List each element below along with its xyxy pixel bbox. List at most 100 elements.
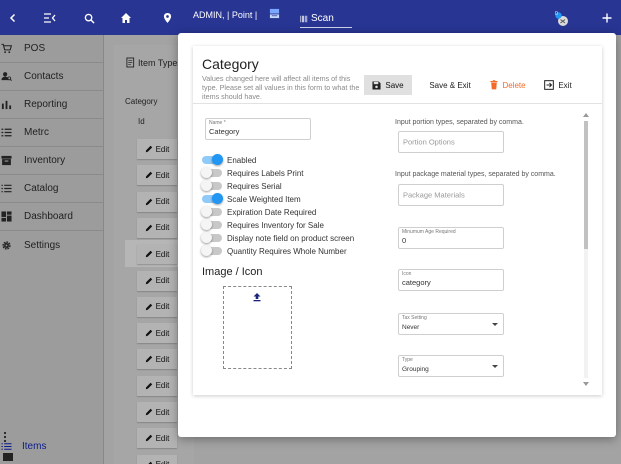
toggle-row[interactable]: Quantity Requires Whole Number <box>201 245 402 257</box>
tax-setting-select[interactable]: Tax Setting Never <box>398 313 504 335</box>
edit-button[interactable]: Edit <box>137 217 177 238</box>
sidebar-item-contacts[interactable]: Contacts <box>0 63 103 91</box>
type-select[interactable]: Type Grouping <box>398 355 504 377</box>
pencil-icon <box>145 329 152 337</box>
edit-button[interactable]: Edit <box>137 165 177 186</box>
toggle-label: Scale Weighted Item <box>227 194 301 204</box>
toggle-row[interactable]: Requires Labels Print <box>201 167 402 179</box>
sidebar-item-reporting[interactable]: Reporting <box>0 91 103 119</box>
edit-button[interactable]: Edit <box>137 296 177 317</box>
add-icon[interactable] <box>598 9 616 27</box>
pencil-icon <box>145 198 152 205</box>
chevron-left-icon[interactable] <box>4 9 22 27</box>
contacts-icon <box>0 70 24 84</box>
save-and-exit-label: Save & Exit <box>429 80 471 90</box>
sidebar-item-inventory[interactable]: Inventory <box>0 147 103 175</box>
toggle-switch[interactable] <box>201 219 222 230</box>
edit-button-label: Edit <box>155 223 170 233</box>
sidebar-item-pos[interactable]: POS <box>0 35 103 63</box>
home-icon[interactable] <box>117 9 135 27</box>
delete-button[interactable]: Delete <box>487 75 529 95</box>
scroll-up-icon[interactable] <box>583 113 589 117</box>
register-icon <box>269 8 280 21</box>
toggle-switch[interactable] <box>201 180 222 191</box>
exit-button[interactable]: Exit <box>543 75 573 95</box>
minimum-age-value: 0 <box>402 236 407 245</box>
dashboard-icon <box>0 210 24 224</box>
scan-label: Scan <box>311 13 334 24</box>
pencil-icon <box>145 145 152 153</box>
sidebar-item-metrc[interactable]: Metrc <box>0 119 103 147</box>
edit-button-label: Edit <box>155 433 170 443</box>
edit-button-label: Edit <box>155 381 170 391</box>
notifications-icon[interactable]: 0 <box>553 10 571 28</box>
portion-options-input[interactable]: Portion Options <box>398 131 504 153</box>
edit-button[interactable]: Edit <box>137 191 177 212</box>
scroll-down-icon[interactable] <box>583 382 589 386</box>
save-button[interactable]: Save <box>364 75 412 95</box>
toggle-knob <box>212 193 223 204</box>
location-pin-icon[interactable] <box>158 9 176 27</box>
sidebar-item-settings[interactable]: Settings <box>0 231 103 259</box>
tax-setting-label: Tax Setting <box>402 315 427 321</box>
portion-options-placeholder: Portion Options <box>403 137 455 147</box>
name-field[interactable]: Name * Category <box>205 118 311 140</box>
user-location-label[interactable]: ADMIN, | Point | <box>193 8 280 21</box>
icon-field[interactable]: Icon category <box>398 269 504 291</box>
toggle-switch[interactable] <box>201 206 222 217</box>
toggle-switch[interactable] <box>201 245 222 256</box>
toggle-row[interactable]: Scale Weighted Item <box>202 193 402 205</box>
scrollbar-thumb[interactable] <box>584 121 588 249</box>
toggle-label: Requires Serial <box>227 181 282 191</box>
minimum-age-field[interactable]: Minumum Age Required 0 <box>398 227 504 249</box>
sidebar-item-label: Catalog <box>24 183 59 194</box>
toggle-row[interactable]: Display note field on product screen <box>201 232 402 244</box>
search-icon[interactable] <box>80 9 98 27</box>
save-and-exit-button[interactable]: Save & Exit <box>425 75 475 95</box>
top-app-bar: ADMIN, | Point | Scan 0 <box>0 0 621 35</box>
sidebar-item-label: Reporting <box>24 99 68 110</box>
form-scrollbar[interactable] <box>583 113 589 386</box>
edit-button-label: Edit <box>155 276 170 285</box>
sidebar-item-label: Contacts <box>24 71 64 82</box>
minimum-age-label: Minumum Age Required <box>402 229 456 235</box>
edit-button[interactable]: Edit <box>137 375 177 396</box>
edit-button[interactable]: Edit <box>137 402 177 422</box>
edit-button[interactable]: Edit <box>137 139 177 159</box>
toggle-switch[interactable] <box>201 232 222 243</box>
package-materials-input[interactable]: Package Materials <box>398 184 504 206</box>
scan-input[interactable]: Scan <box>300 10 352 28</box>
more-vert-icon[interactable] <box>3 431 9 445</box>
toggle-row[interactable]: Enabled <box>202 154 402 166</box>
pencil-icon <box>145 172 152 179</box>
toggle-switch[interactable] <box>202 193 223 204</box>
menu-collapse-icon[interactable] <box>41 9 59 27</box>
toggle-label: Display note field on product screen <box>227 233 355 243</box>
delete-button-label: Delete <box>502 80 526 90</box>
edit-button[interactable]: Edit <box>137 244 177 265</box>
sidebar-item-dashboard[interactable]: Dashboard <box>0 203 103 231</box>
edit-button-label: Edit <box>155 407 170 417</box>
keyboard-icon[interactable] <box>3 453 13 461</box>
edit-button[interactable]: Edit <box>137 428 177 449</box>
edit-button[interactable]: Edit <box>137 349 177 370</box>
tax-setting-value: Never <box>402 324 420 331</box>
toggle-switch[interactable] <box>202 154 223 165</box>
sidebar-item-label: POS <box>24 43 46 54</box>
package-materials-placeholder: Package Materials <box>403 190 465 200</box>
sidebar-item-catalog[interactable]: Catalog <box>0 175 103 203</box>
pencil-icon <box>145 250 152 258</box>
toggle-row[interactable]: Requires Serial <box>201 180 402 192</box>
toggle-switch[interactable] <box>201 167 222 178</box>
dropdown-arrow-icon <box>492 364 498 368</box>
pencil-icon <box>145 435 152 442</box>
toggle-label: Requires Inventory for Sale <box>227 220 324 230</box>
image-upload-area[interactable] <box>223 286 292 369</box>
toggle-knob <box>212 154 223 165</box>
edit-button[interactable]: Edit <box>137 323 177 344</box>
edit-button[interactable]: Edit <box>137 270 177 291</box>
edit-button[interactable]: Edit <box>137 454 177 464</box>
tab-item-types[interactable]: Item Types <box>126 57 182 68</box>
toggle-row[interactable]: Expiration Date Required <box>201 206 402 218</box>
toggle-row[interactable]: Requires Inventory for Sale <box>201 219 402 231</box>
